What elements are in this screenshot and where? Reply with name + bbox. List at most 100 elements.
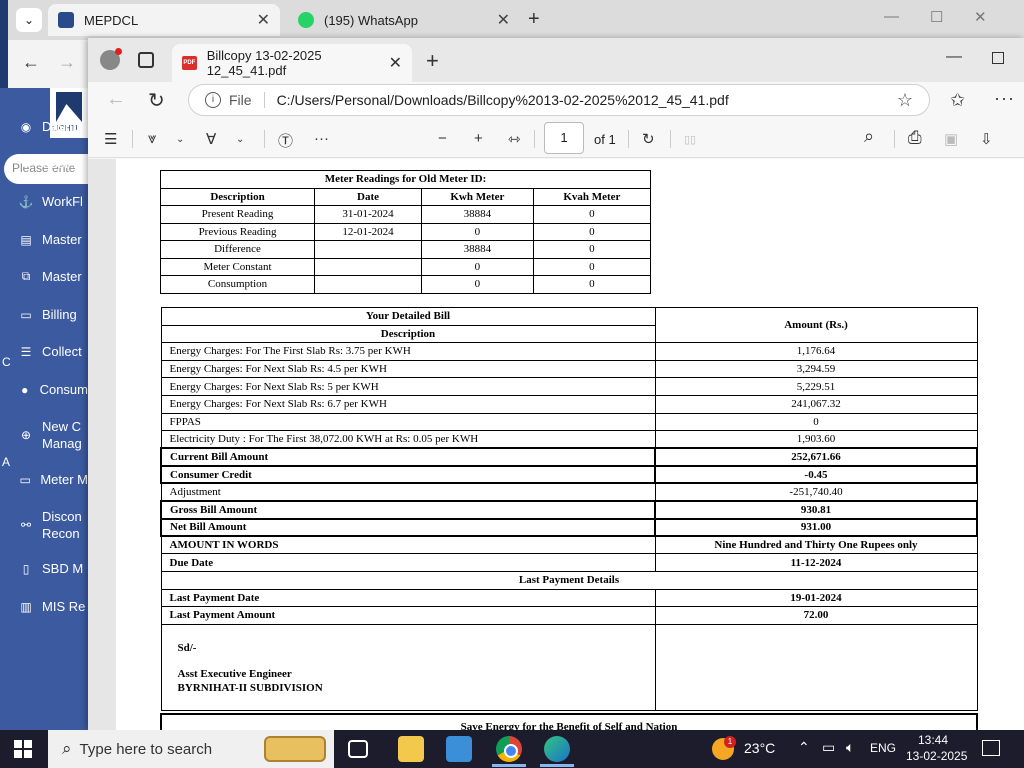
charge-amount: 1,903.60 <box>654 430 978 449</box>
table-row: Gross Bill Amount 930.81 <box>160 500 978 520</box>
table-row: Last Payment Date 19-01-2024 <box>160 588 978 608</box>
save-as-icon[interactable]: ⇩ <box>980 130 993 148</box>
refresh-icon[interactable]: ↻ <box>148 88 165 113</box>
table-row: Net Bill Amount 931.00 <box>160 517 978 538</box>
new-tab-button[interactable]: + <box>528 8 540 31</box>
sidebar-item[interactable]: ▥ MIS Re <box>0 598 88 615</box>
language-indicator[interactable]: ENG <box>870 741 896 755</box>
plus-circle-icon: ⊕ <box>20 428 32 442</box>
chevron-up-icon[interactable]: ⌃ <box>798 739 810 756</box>
clock-date[interactable]: 13-02-2025 <box>906 749 967 763</box>
network-icon[interactable]: ▭ <box>822 739 835 756</box>
store-icon[interactable] <box>446 736 472 762</box>
back-arrow-icon[interactable]: ← <box>106 88 126 111</box>
maximize-button[interactable]: ☐ <box>930 8 943 26</box>
edge-icon[interactable] <box>544 736 570 762</box>
chrome-icon[interactable] <box>496 736 522 762</box>
close-icon[interactable]: ✕ <box>389 53 402 73</box>
signature-row: Sd/- Asst Executive Engineer BYRNIHAT-II… <box>160 623 978 711</box>
print-icon[interactable]: ⎙ <box>908 128 922 148</box>
page-count: of 1 <box>594 132 616 147</box>
table-row: Consumption 0 0 <box>159 275 652 294</box>
file-explorer-icon[interactable] <box>398 736 424 762</box>
table-cell: Present Reading <box>159 205 316 224</box>
description-header: Description <box>160 324 656 344</box>
tab-actions-icon[interactable] <box>138 52 154 68</box>
search-icon[interactable]: ⌕ <box>864 126 874 147</box>
windows-start-icon[interactable] <box>14 740 32 758</box>
text-icon[interactable]: Ⓣ <box>278 130 293 151</box>
table-title: Meter Readings for Old Meter ID: <box>160 170 651 189</box>
minimize-button[interactable]: — <box>946 48 962 66</box>
save-icon[interactable]: ▣ <box>944 130 958 148</box>
table-row: Adjustment -251,740.40 <box>160 482 978 502</box>
sidebar-item[interactable]: ⧉ Master <box>0 268 88 285</box>
pdf-viewport[interactable]: Meter Readings for Old Meter ID: Descrip… <box>88 159 1024 730</box>
sidebar-item-label: Meter M <box>40 472 88 487</box>
sidebar-item[interactable]: ☰ Collect <box>0 343 88 360</box>
tab-whatsapp[interactable]: (195) WhatsApp ✕ <box>288 4 520 36</box>
minimize-button[interactable]: — <box>884 8 899 25</box>
url-text[interactable]: C:/Users/Personal/Downloads/Billcopy%201… <box>277 92 729 108</box>
contents-icon[interactable]: ☰ <box>104 130 117 148</box>
sidebar-item[interactable]: ● User M <box>0 155 88 172</box>
pdf-page: Meter Readings for Old Meter ID: Descrip… <box>116 159 1024 730</box>
sidebar-item[interactable]: ⊕ New C Manag <box>0 418 88 452</box>
zoom-out-icon[interactable]: − <box>438 130 447 147</box>
table-cell: Meter Constant <box>159 257 316 276</box>
favorites-icon[interactable]: ✩ <box>950 90 965 111</box>
clock-time[interactable]: 13:44 <box>918 733 948 747</box>
sidebar-item[interactable]: ⚯ Discon Recon <box>0 508 88 542</box>
table-row: Electricity Duty : For The First 38,072.… <box>160 430 978 449</box>
info-icon[interactable]: i <box>205 92 221 108</box>
charge-amount: 0 <box>654 412 978 432</box>
notification-icon[interactable] <box>982 740 1000 756</box>
page-number-input[interactable]: 1 <box>544 122 584 154</box>
new-tab-button[interactable]: + <box>426 48 439 74</box>
table-cell: 31-01-2024 <box>314 205 422 224</box>
task-view-icon[interactable] <box>348 740 368 758</box>
chevron-down-icon[interactable]: ⌄ <box>236 134 244 145</box>
sidebar-item[interactable]: ⚓ WorkFl <box>0 193 88 210</box>
close-icon[interactable]: ✕ <box>257 10 270 30</box>
tab-billcopy-pdf[interactable]: PDF Billcopy 13-02-2025 12_45_41.pdf ✕ <box>172 44 412 82</box>
table-cell <box>314 257 422 276</box>
more-tools-icon[interactable]: ··· <box>314 130 329 147</box>
monitor-icon: ▭ <box>19 472 31 487</box>
pdf-toolbar: ☰ ⩔ ⌄ ∀ ⌄ Ⓣ ··· − + ⇿ 1 of 1 ↻ ▯▯ ⌕ ⎙ ▣ … <box>88 122 1024 158</box>
tab-label: (195) WhatsApp <box>324 12 418 28</box>
sidebar-item[interactable]: ● Consum <box>0 381 88 398</box>
highlight-icon[interactable]: ⩔ <box>148 130 156 147</box>
rotate-icon[interactable]: ↻ <box>642 130 655 148</box>
star-icon[interactable]: ☆ <box>897 90 913 111</box>
tab-mepdcl[interactable]: MEPDCL ✕ <box>48 4 280 36</box>
sidebar-item-label: Billing <box>42 307 77 322</box>
table-cell: 38884 <box>420 240 534 259</box>
sidebar-item[interactable]: ▤ Master <box>0 231 88 248</box>
draw-icon[interactable]: ∀ <box>206 130 216 148</box>
signature-block: Sd/- Asst Executive Engineer BYRNIHAT-II… <box>177 641 323 694</box>
maximize-button[interactable] <box>992 52 1004 64</box>
tab-actions-dropdown[interactable]: ⌄ <box>16 8 42 32</box>
sidebar-item[interactable]: ▭ Billing <box>0 306 88 323</box>
zoom-in-icon[interactable]: + <box>474 130 483 147</box>
address-bar[interactable]: i File C:/Users/Personal/Downloads/Billc… <box>188 84 930 116</box>
sidebar-item[interactable]: ◉ Dashbo <box>0 118 88 135</box>
sidebar-item[interactable]: ▯ SBD M <box>0 560 88 577</box>
forward-arrow-icon[interactable]: → <box>58 52 76 73</box>
page-view-icon[interactable]: ▯▯ <box>684 133 696 146</box>
sidebar-item[interactable]: ▭ Meter M <box>0 471 88 488</box>
more-menu-icon[interactable]: ··· <box>994 88 1015 109</box>
fit-page-icon[interactable]: ⇿ <box>508 130 521 148</box>
table-cell: 0 <box>532 257 652 276</box>
table-cell: 0 <box>420 257 534 276</box>
chevron-down-icon[interactable]: ⌄ <box>176 134 184 145</box>
close-icon[interactable]: ✕ <box>497 10 510 30</box>
app-sidebar: LIGHTI Please ente ◉ Dashbo ● User M ⚓ WorkFl… <box>0 88 88 730</box>
charge-label: Energy Charges: For Next Slab Rs: 4.5 pe… <box>160 359 656 379</box>
volume-icon[interactable]: 🔈︎ <box>846 739 854 756</box>
close-window-button[interactable]: ✕ <box>974 8 987 26</box>
table-row: Last Payment Amount 72.00 <box>160 606 978 625</box>
temperature[interactable]: 23°C <box>744 740 775 756</box>
back-arrow-icon[interactable]: ← <box>22 52 40 73</box>
